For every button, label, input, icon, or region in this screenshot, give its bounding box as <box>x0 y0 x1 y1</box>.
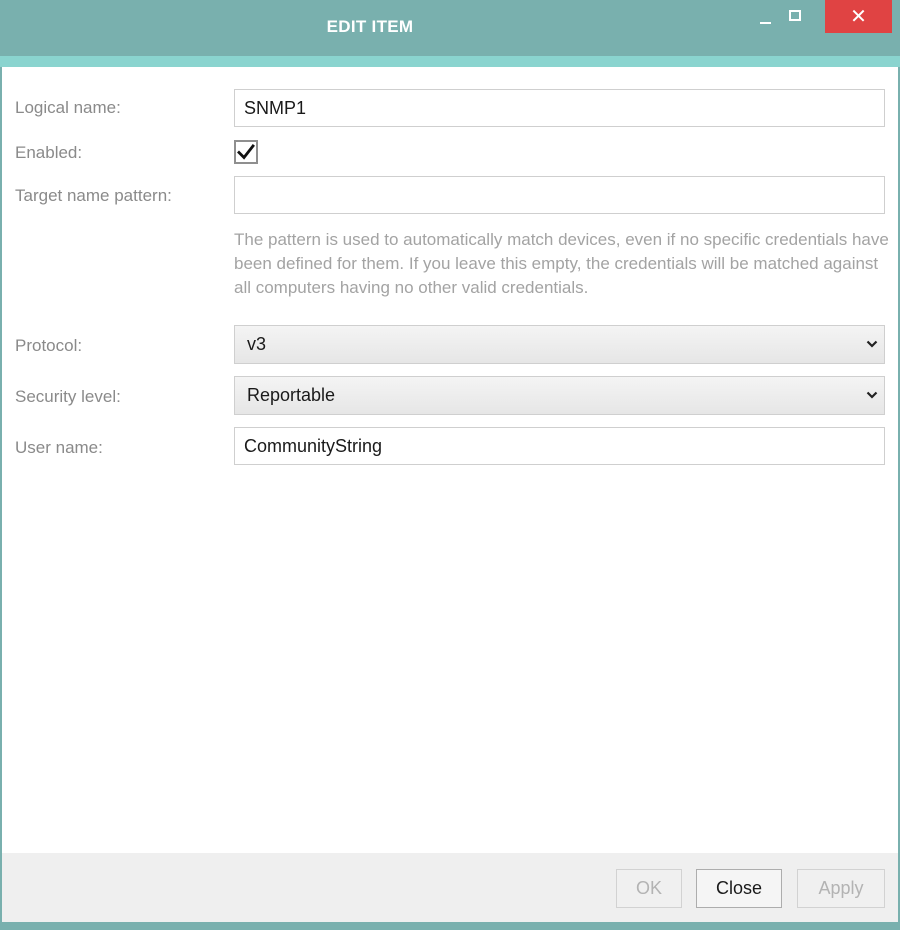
user-name-label: User name: <box>15 438 103 457</box>
user-name-input[interactable]: CommunityString <box>234 427 885 465</box>
title-bar[interactable]: EDIT ITEM ✕ <box>0 0 900 56</box>
title-accent-strip <box>0 56 900 67</box>
logical-name-input[interactable]: SNMP1 <box>234 89 885 127</box>
apply-button[interactable]: Apply <box>797 869 885 908</box>
close-window-button[interactable]: ✕ <box>825 0 892 33</box>
close-button[interactable]: Close <box>696 869 782 908</box>
form-panel: Logical name: SNMP1 Enabled: Target name… <box>2 67 898 853</box>
minimize-button[interactable] <box>752 0 778 34</box>
security-level-value: Reportable <box>247 385 336 405</box>
security-level-select[interactable]: Reportable <box>234 376 885 415</box>
target-pattern-label: Target name pattern: <box>15 186 172 205</box>
protocol-select[interactable]: v3 <box>234 325 885 364</box>
chevron-down-icon <box>866 391 878 399</box>
enabled-checkbox[interactable] <box>234 140 258 164</box>
dialog-footer: OK Close Apply <box>2 853 898 922</box>
minimize-icon <box>759 22 771 24</box>
close-icon: ✕ <box>850 6 867 28</box>
maximize-button[interactable] <box>782 0 808 34</box>
checkmark-icon <box>237 144 255 160</box>
enabled-label: Enabled: <box>15 143 83 162</box>
target-pattern-help: The pattern is used to automatically mat… <box>234 230 889 297</box>
security-level-label: Security level: <box>15 387 121 406</box>
edit-item-window: EDIT ITEM ✕ Logical name: SNMP1 Enabled:… <box>0 0 900 930</box>
protocol-label: Protocol: <box>15 336 83 355</box>
ok-button[interactable]: OK <box>616 869 682 908</box>
protocol-value: v3 <box>247 334 267 354</box>
chevron-down-icon <box>866 340 878 348</box>
target-pattern-input[interactable] <box>234 176 885 214</box>
logical-name-label: Logical name: <box>15 98 121 117</box>
maximize-icon <box>789 9 801 21</box>
window-title: EDIT ITEM <box>326 17 414 36</box>
